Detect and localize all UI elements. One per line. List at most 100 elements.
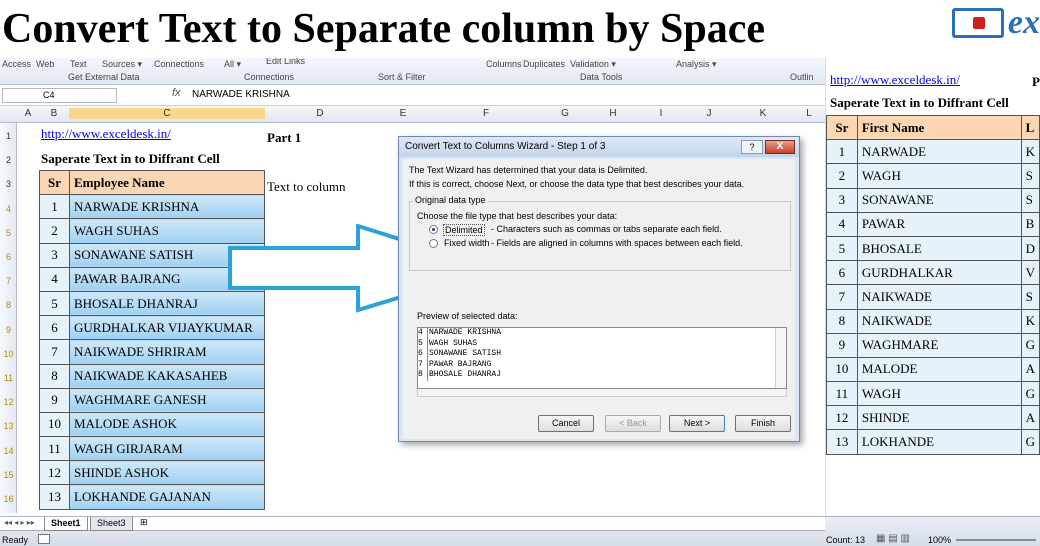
sr-cell[interactable]: 11	[826, 381, 858, 407]
first-name-cell[interactable]: LOKHANDE	[856, 429, 1022, 455]
sr-cell[interactable]: 6	[826, 260, 858, 286]
view-buttons-icon[interactable]: ▦ ▤ ▥	[876, 533, 910, 544]
first-name-cell[interactable]: NAIKWADE	[856, 284, 1022, 310]
first-name-cell[interactable]: PAWAR	[856, 211, 1022, 237]
row-header[interactable]: 15	[0, 470, 17, 480]
row-header[interactable]: 12	[0, 397, 17, 407]
first-name-cell[interactable]: SHINDE	[856, 405, 1022, 431]
delimited-radio[interactable]	[429, 225, 438, 234]
sr-cell[interactable]: 9	[826, 332, 858, 358]
help-button[interactable]: ?	[741, 140, 763, 154]
first-name-cell[interactable]: WAGHMARE	[856, 332, 1022, 358]
close-button[interactable]: X	[765, 140, 795, 154]
fixed-width-label[interactable]: Fixed width	[444, 238, 490, 248]
last-name-cell[interactable]: G	[1020, 381, 1040, 407]
last-name-cell[interactable]: A	[1020, 405, 1040, 431]
col-header[interactable]: J	[685, 108, 733, 119]
sr-cell[interactable]: 3	[39, 242, 70, 268]
row-header[interactable]: 13	[0, 421, 17, 431]
employee-name-cell[interactable]: MALODE ASHOK	[69, 411, 265, 438]
tab-sheet1[interactable]: Sheet1	[44, 517, 88, 531]
col-header[interactable]: E	[375, 108, 431, 119]
back-button[interactable]: < Back	[605, 415, 661, 432]
last-name-cell[interactable]: K	[1020, 308, 1040, 334]
last-name-cell[interactable]: B	[1020, 211, 1040, 237]
sr-cell[interactable]: 9	[39, 387, 70, 413]
first-name-cell[interactable]: NARWADE	[856, 139, 1022, 165]
sr-cell[interactable]: 4	[39, 266, 70, 292]
last-name-cell[interactable]: S	[1020, 187, 1040, 213]
delimited-label[interactable]: Delimited	[443, 224, 485, 236]
sr-cell[interactable]: 12	[826, 405, 858, 431]
sr-cell[interactable]: 7	[826, 284, 858, 310]
last-name-cell[interactable]: D	[1020, 235, 1040, 262]
preview-box[interactable]: 4 NARWADE KRISHNA 5 WAGH SUHAS 6 SONAWANE SAT…	[417, 327, 787, 389]
ribbon-web[interactable]: Web	[36, 59, 54, 69]
sr-cell[interactable]: 13	[39, 484, 70, 510]
ribbon-analysis[interactable]: Analysis ▾	[676, 59, 717, 70]
col-header[interactable]: G	[541, 108, 589, 119]
zoom-slider[interactable]	[956, 539, 1036, 541]
ribbon-all[interactable]: All ▾	[224, 59, 241, 70]
website-link[interactable]: http://www.exceldesk.in/	[41, 126, 171, 142]
sr-cell[interactable]: 12	[39, 460, 70, 486]
row-header[interactable]: 6	[0, 252, 17, 262]
ribbon-sources[interactable]: Sources ▾	[102, 59, 142, 70]
sr-cell[interactable]: 4	[826, 211, 858, 237]
employee-name-cell[interactable]: WAGHMARE GANESH	[69, 387, 265, 413]
row-header[interactable]: 14	[0, 446, 17, 456]
sr-cell[interactable]: 1	[39, 194, 70, 220]
ribbon-validation[interactable]: Validation ▾	[570, 59, 616, 70]
last-name-cell[interactable]: K	[1020, 139, 1040, 165]
sr-cell[interactable]: 11	[39, 436, 70, 462]
macro-record-icon[interactable]	[38, 534, 50, 544]
preview-horizontal-scrollbar[interactable]	[417, 389, 787, 397]
col-header[interactable]: B	[39, 108, 69, 119]
sr-cell[interactable]: 3	[826, 187, 858, 213]
col-header-selected[interactable]: C	[69, 108, 265, 119]
insert-sheet-icon[interactable]: ⊞	[140, 517, 148, 528]
col-header[interactable]: H	[589, 108, 637, 119]
first-name-cell[interactable]: WAGH	[856, 381, 1022, 407]
zoom-level[interactable]: 100%	[928, 535, 951, 545]
ribbon-text[interactable]: Text	[70, 59, 87, 69]
employee-name-cell[interactable]: NAIKWADE SHRIRAM	[69, 339, 265, 365]
finish-button[interactable]: Finish	[735, 415, 791, 432]
sr-cell[interactable]: 2	[39, 218, 70, 244]
employee-name-cell[interactable]: GURDHALKAR VIJAYKUMAR	[69, 315, 265, 341]
employee-name-cell[interactable]: WAGH GIRJARAM	[69, 436, 265, 462]
last-name-cell[interactable]: G	[1020, 429, 1040, 455]
first-name-cell[interactable]: NAIKWADE	[856, 308, 1022, 334]
formula-input[interactable]: NARWADE KRISHNA	[192, 89, 290, 100]
first-name-cell[interactable]: WAGH	[856, 163, 1022, 189]
last-name-cell[interactable]: S	[1020, 284, 1040, 310]
first-name-cell[interactable]: SONAWANE	[856, 187, 1022, 213]
preview-vertical-scrollbar[interactable]	[775, 328, 786, 388]
last-name-cell[interactable]: S	[1020, 163, 1040, 189]
last-name-cell[interactable]: V	[1020, 260, 1040, 286]
sr-cell[interactable]: 10	[826, 356, 858, 383]
fx-icon[interactable]: fx	[172, 87, 181, 99]
first-name-cell[interactable]: MALODE	[856, 356, 1022, 383]
first-name-cell[interactable]: GURDHALKAR	[856, 260, 1022, 286]
employee-name-cell[interactable]: SHINDE ASHOK	[69, 460, 265, 486]
sr-cell[interactable]: 6	[39, 315, 70, 341]
sr-cell[interactable]: 8	[39, 363, 70, 389]
row-header[interactable]: 11	[0, 373, 17, 383]
col-header[interactable]: I	[637, 108, 685, 119]
col-header[interactable]: F	[431, 108, 541, 119]
employee-name-cell[interactable]: NAIKWADE KAKASAHEB	[69, 363, 265, 389]
row-header[interactable]: 5	[0, 228, 17, 238]
col-header[interactable]: L	[793, 108, 825, 119]
ribbon-access[interactable]: Access	[2, 59, 31, 69]
last-name-cell[interactable]: G	[1020, 332, 1040, 358]
col-header[interactable]: A	[17, 108, 39, 119]
row-header[interactable]: 4	[0, 204, 17, 214]
ribbon-duplicates[interactable]: Duplicates	[523, 59, 565, 69]
ribbon-columns[interactable]: Columns	[486, 59, 522, 69]
row-header[interactable]: 2	[0, 155, 17, 165]
next-button[interactable]: Next >	[669, 415, 725, 432]
sr-cell[interactable]: 5	[39, 290, 70, 317]
row-header[interactable]: 1	[0, 131, 17, 141]
cancel-button[interactable]: Cancel	[538, 415, 594, 432]
